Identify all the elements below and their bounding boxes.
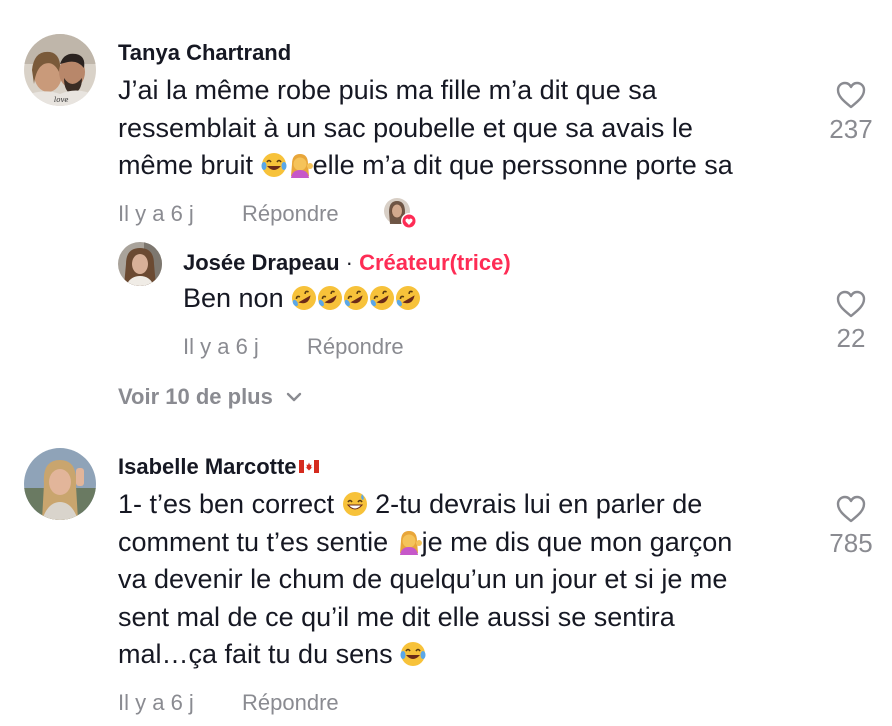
comment-line: 1- t’es ben correct 2-tu devrais lui en … bbox=[118, 486, 818, 524]
rofl-emoji-icon bbox=[344, 286, 369, 310]
avatar[interactable] bbox=[24, 448, 96, 520]
comment-author[interactable]: Tanya Chartrand bbox=[118, 40, 291, 66]
woman-tipping-hand-emoji-icon bbox=[290, 154, 313, 178]
comment-line-text: 1- t’es ben correct bbox=[118, 489, 335, 519]
comment-line: comment tu t’es sentie je me dis que mon… bbox=[118, 524, 818, 562]
reply-button[interactable]: Répondre bbox=[307, 334, 404, 360]
rofl-emoji-group bbox=[291, 283, 421, 313]
rofl-emoji-icon bbox=[318, 286, 343, 310]
reply-author-line: Josée Drapeau · Créateur(trice) bbox=[183, 250, 511, 276]
comment-text: 1- t’es ben correct 2-tu devrais lui en … bbox=[118, 486, 818, 674]
heart-outline-icon bbox=[836, 495, 866, 523]
comment-author-line: Isabelle Marcotte bbox=[118, 454, 319, 480]
comment-line: J’ai la même robe puis ma fille m’a dit … bbox=[118, 75, 657, 105]
reply-timestamp: Il y a 6 j bbox=[183, 334, 259, 359]
comment-line-text: 2-tu devrais lui en parler de bbox=[375, 489, 703, 519]
avatar[interactable]: love bbox=[24, 34, 96, 106]
like-count: 22 bbox=[836, 323, 866, 353]
comment-timestamp: Il y a 6 j bbox=[118, 690, 194, 715]
rofl-emoji-icon bbox=[370, 286, 395, 310]
woman-tipping-hand-emoji-icon bbox=[399, 530, 422, 555]
heart-outline-icon bbox=[836, 290, 866, 318]
reply-text: Ben non bbox=[183, 280, 421, 318]
comment-line: mal…ça fait tu du sens bbox=[118, 636, 818, 674]
comment-timestamp: Il y a 6 j bbox=[118, 201, 194, 226]
tears-of-joy-emoji-icon bbox=[261, 153, 287, 177]
rofl-emoji-icon bbox=[292, 286, 317, 310]
comment-line: va devenir le chum de quelqu’un un jour … bbox=[118, 564, 728, 594]
view-more-label: Voir 10 de plus bbox=[118, 384, 273, 409]
view-more-replies-button[interactable]: Voir 10 de plus bbox=[118, 384, 303, 410]
comment-line-text: je me dis que mon garçon bbox=[421, 526, 733, 557]
avatar[interactable] bbox=[118, 242, 162, 286]
reply-author[interactable]: Josée Drapeau bbox=[183, 250, 340, 275]
comment-text: J’ai la même robe puis ma fille m’a dit … bbox=[118, 72, 818, 185]
creator-liked-avatar bbox=[384, 198, 417, 229]
comment-line-text: mal…ça fait tu du sens bbox=[118, 639, 393, 669]
reply-text-content: Ben non bbox=[183, 283, 284, 313]
creator-badge: Créateur(trice) bbox=[359, 250, 511, 275]
comment-line-text: elle m’a dit que perssonne porte sa bbox=[312, 150, 733, 180]
like-count: 237 bbox=[829, 114, 873, 144]
comment-author[interactable]: Isabelle Marcotte bbox=[118, 454, 297, 479]
like-button[interactable]: 237 bbox=[822, 80, 880, 145]
comment-line-text: même bruit bbox=[118, 150, 254, 180]
heart-outline-icon bbox=[836, 81, 866, 109]
chevron-down-icon bbox=[286, 392, 302, 402]
reply-button[interactable]: Répondre bbox=[242, 690, 339, 716]
svg-text:love: love bbox=[54, 96, 69, 104]
canada-flag-icon bbox=[298, 460, 319, 473]
comment-line: sent mal de ce qu’il me dit elle aussi s… bbox=[118, 601, 675, 632]
like-count: 785 bbox=[829, 528, 873, 558]
comment-line-text: comment tu t’es sentie bbox=[118, 526, 389, 557]
separator-dot: · bbox=[345, 250, 353, 275]
tears-of-joy-emoji-icon bbox=[400, 642, 426, 666]
like-button[interactable]: 22 bbox=[822, 289, 880, 354]
reply-button[interactable]: Répondre bbox=[242, 201, 339, 227]
comment-line: ressemblait à un sac poubelle et que sa … bbox=[118, 112, 693, 143]
like-button[interactable]: 785 bbox=[822, 494, 880, 559]
rofl-emoji-icon bbox=[396, 286, 421, 310]
comment-line: même bruit elle m’a dit que perssonne po… bbox=[118, 147, 818, 185]
grinning-sweat-emoji-icon bbox=[342, 492, 367, 516]
